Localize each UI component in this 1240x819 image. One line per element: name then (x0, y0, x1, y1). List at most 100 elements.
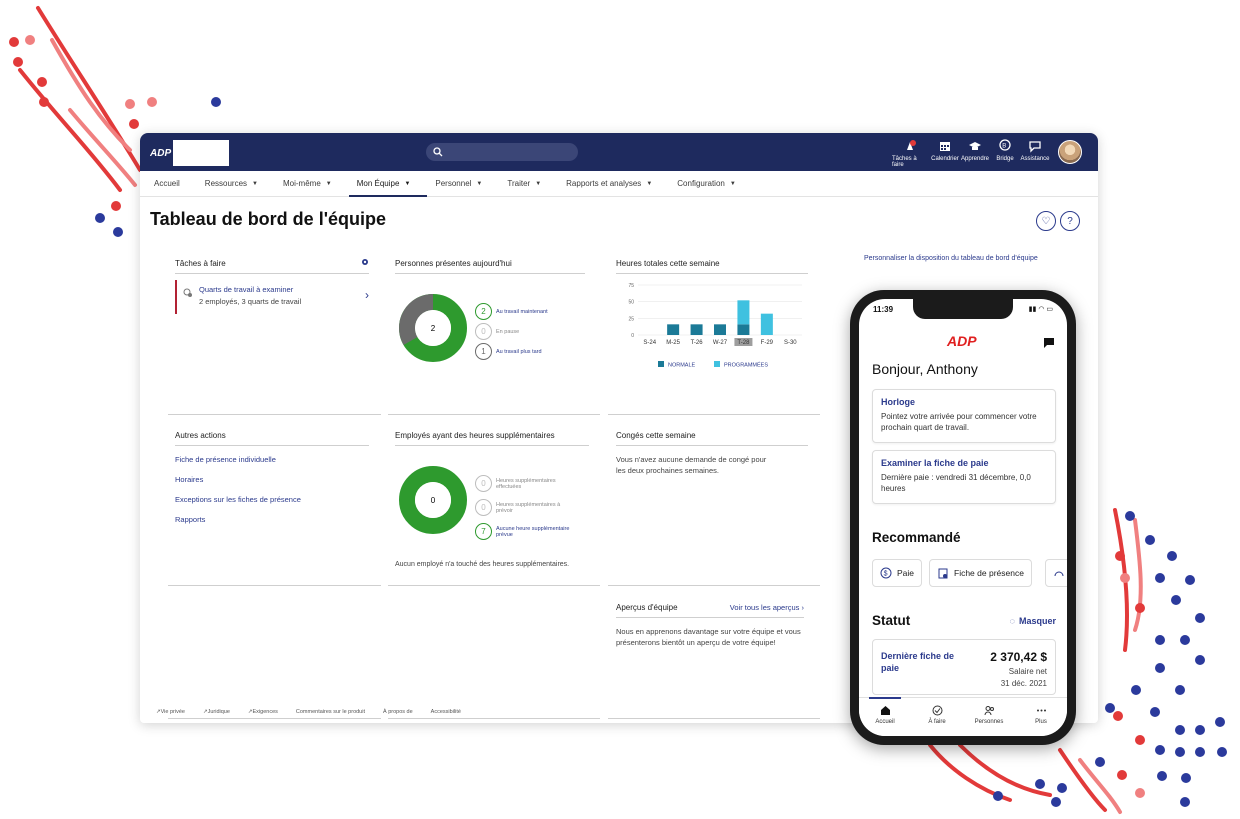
search-bar[interactable] (426, 143, 578, 161)
legend-swatch (658, 361, 664, 367)
x-tick-label: S-24 (643, 340, 656, 346)
hours-bar-chart: 0 25 50 75 S-24 M-25 T-26 W-27 T-28 F-29 S-30 NORMA… (628, 283, 802, 369)
pay-review-card[interactable]: Examiner la fiche de paie Dernière paie … (872, 450, 1056, 504)
leave-card: Congés cette semaine Vous n'avez aucune … (616, 431, 808, 476)
phone-time: 11:39 (873, 305, 894, 314)
tab-personnes[interactable]: Personnes (963, 698, 1015, 736)
clock-card[interactable]: Horloge Pointez votre arrivée pour comme… (872, 389, 1056, 443)
dollar-icon: $ (880, 567, 892, 579)
chevron-down-icon: ▼ (646, 180, 653, 187)
tab-a-faire[interactable]: À faire (911, 698, 963, 736)
tasks-card-title: Tâches à faire (175, 259, 369, 274)
link-rapports[interactable]: Rapports (175, 515, 369, 524)
bar-T-28-normale (737, 324, 750, 335)
tool-calendrier[interactable]: Calendrier (931, 139, 959, 168)
overtime-card-title: Employés ayant des heures supplémentaire… (395, 431, 589, 446)
nav-moi-meme[interactable]: Moi-même ▼ (283, 171, 345, 197)
overtime-legend: 0 Heures supplémentaires effectuées 0 Heur… (475, 475, 580, 540)
phone-tab-bar: Accueil À faire Personnes Plus (859, 697, 1067, 736)
hide-button[interactable]: ◌ Masquer (1010, 616, 1056, 626)
chat-icon[interactable] (1043, 337, 1055, 349)
help-button[interactable]: ? (1060, 211, 1080, 231)
leave-text: Vous n'avez aucune demande de congé pour… (616, 455, 767, 475)
customize-layout-link[interactable]: Personnaliser la disposition du tableau … (864, 255, 1038, 262)
eye-off-icon: ◌ (1009, 616, 1015, 626)
chat-bubble-icon (1029, 141, 1041, 153)
nav-mon-equipe[interactable]: Mon Équipe ▼ (348, 171, 428, 197)
link-fiche-presence[interactable]: Fiche de présence individuelle (175, 455, 369, 464)
tasks-icon (907, 140, 916, 150)
chevron-down-icon: ▼ (476, 180, 483, 187)
home-icon (880, 706, 890, 715)
legend-item: 0 Heures supplémentaires à prévoir (475, 499, 580, 516)
legend-swatch (714, 361, 720, 367)
chevron-down-icon: ▼ (325, 180, 332, 187)
favorite-button[interactable]: ♡ (1036, 211, 1056, 231)
link-exceptions[interactable]: Exceptions sur les fiches de présence (175, 495, 369, 504)
x-tick-label: T-26 (691, 340, 704, 346)
tool-bridge[interactable]: B Bridge (992, 139, 1018, 168)
insights-card: Aperçus d'équipe Voir tous les aperçus ›… (616, 603, 804, 648)
todo-icon (932, 705, 942, 716)
page-header: Tableau de bord de l'équipe ♡ ? (140, 197, 1098, 241)
hours-card: Heures totales cette semaine 0 25 50 75 S-24… (616, 259, 808, 369)
nav-configuration[interactable]: Configuration ▼ (677, 171, 749, 197)
tool-assistance[interactable]: Assistance (1021, 139, 1050, 168)
svg-text:B: B (1002, 144, 1006, 150)
more-icon (1036, 709, 1046, 712)
chip-more[interactable] (1045, 559, 1067, 587)
footer-link-about[interactable]: À propos de (383, 709, 413, 715)
divider (388, 585, 600, 586)
overtime-donut: 0 (399, 466, 467, 534)
link-horaires[interactable]: Horaires (175, 475, 369, 484)
tab-plus[interactable]: Plus (1015, 698, 1067, 736)
footer-link-requirements[interactable]: ↗Exigences (248, 709, 278, 715)
tasks-card: Tâches à faire Quarts de travail à exami… (175, 259, 369, 314)
gear-icon[interactable] (361, 258, 369, 266)
footer-link-feedback[interactable]: Commentaires sur le produit (296, 709, 365, 715)
y-tick-label: 50 (628, 300, 634, 306)
divider (388, 414, 600, 415)
main-nav: Accueil Ressources ▼ Moi-même ▼ Mon Équipe… (140, 171, 1098, 197)
footer-link-privacy[interactable]: ↗Vie privée (156, 709, 185, 715)
footer-link-legal[interactable]: ↗Juridique (203, 709, 230, 715)
svg-text:$: $ (884, 571, 888, 578)
tool-apprendre[interactable]: Apprendre (961, 139, 989, 168)
legend-label: PROGRAMMÉES (724, 362, 768, 369)
overtime-donut-center: 0 (431, 496, 436, 505)
footer-link-accessibility[interactable]: Accessibilité (431, 709, 461, 715)
present-card-title: Personnes présentes aujourd'hui (395, 259, 585, 274)
nav-accueil[interactable]: Accueil (154, 171, 193, 197)
chip-paie[interactable]: $ Paie (872, 559, 923, 587)
page-title: Tableau de bord de l'équipe (150, 209, 386, 229)
user-avatar[interactable] (1058, 140, 1082, 164)
nav-traiter[interactable]: Traiter ▼ (507, 171, 554, 197)
nav-rapports[interactable]: Rapports et analyses ▼ (566, 171, 665, 197)
last-pay-card[interactable]: Dernière fiche de paie 2 370,42 $ Salair… (872, 639, 1056, 695)
task-title: Quarts de travail à examiner (199, 285, 294, 294)
task-item[interactable]: Quarts de travail à examiner 2 employés,… (175, 280, 369, 314)
phone-screen: 11:39 ▮▮ ◠ ▭ ADP Bonjour, Anthony Horlog… (859, 299, 1067, 736)
calendar-icon (940, 142, 950, 151)
heart-icon: ♡ (1041, 215, 1051, 227)
other-actions-links: Fiche de présence individuelle Horaires … (175, 455, 369, 524)
mobile-phone: 11:39 ▮▮ ◠ ▭ ADP Bonjour, Anthony Horlog… (850, 290, 1076, 745)
signal-battery-icon: ▮▮ ◠ ▭ (1028, 306, 1053, 313)
tool-taches[interactable]: Tâches à faire (892, 139, 928, 168)
chevron-right-icon: › (365, 288, 369, 302)
present-legend: 2 Au travail maintenant 0 En pause 1 Au tra… (475, 303, 548, 360)
bar-T-26-normale (690, 324, 703, 335)
tab-accueil[interactable]: Accueil (859, 697, 911, 736)
chip-fiche-presence[interactable]: Fiche de présence (929, 559, 1032, 587)
see-all-insights-link[interactable]: Voir tous les aperçus › (730, 603, 804, 612)
divider (608, 585, 820, 586)
x-tick-label: S-30 (784, 340, 797, 346)
search-icon (433, 147, 443, 157)
nav-personnel[interactable]: Personnel ▼ (435, 171, 495, 197)
gauge-icon (1054, 571, 1064, 577)
y-tick-label: 25 (628, 316, 634, 322)
legend-label: NORMALE (668, 363, 696, 369)
adp-logo-icon[interactable]: ADP (150, 145, 172, 159)
nav-ressources[interactable]: Ressources ▼ (205, 171, 271, 197)
x-tick-label: T-28 (737, 340, 750, 346)
